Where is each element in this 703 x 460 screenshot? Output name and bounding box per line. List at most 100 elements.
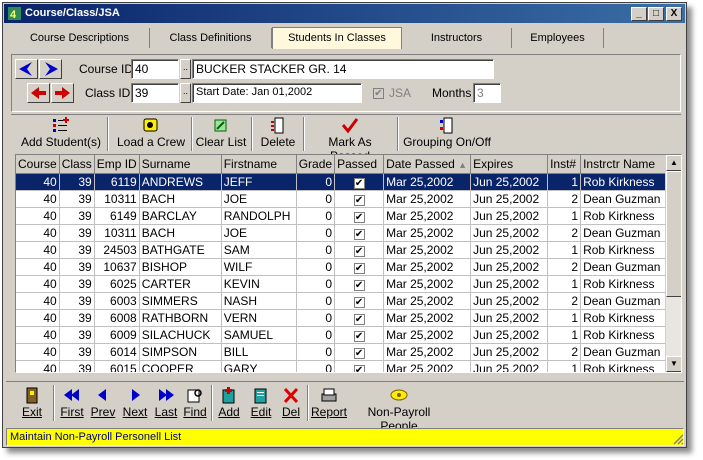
passed-checkbox[interactable]: ✔ [353,296,365,308]
edit-record-button[interactable]: Edit [247,387,275,421]
cell-emp-id: 24503 [94,241,140,259]
resize-grip-icon[interactable] [672,433,684,445]
scroll-thumb[interactable] [666,171,681,297]
delete-student-button[interactable]: Delete [257,117,299,153]
table-row[interactable]: 40 39 6119 ANDREWS JEFF 0 ✔ Mar 25,2002 Jun 25,2… [16,173,677,191]
table-row[interactable]: 40 39 6003 SIMMERS NASH 0 ✔ Mar 25,2002 Jun 25,2… [16,292,677,310]
next-record-button[interactable]: Next [119,387,151,421]
prev-record-button[interactable]: Prev [87,387,119,421]
minimize-button[interactable]: _ [631,7,647,21]
passed-checkbox[interactable]: ✔ [353,228,365,240]
cell-grade: 0 [296,173,336,191]
tab-employees[interactable]: Employees [512,28,604,48]
add-icon [222,387,235,404]
cell-emp-id: 6015 [94,360,140,372]
col-header-instructor-name[interactable]: Instrctr Name [580,155,677,174]
jsa-checkbox[interactable]: ✔ [373,88,384,99]
col-header-class[interactable]: Class [59,155,95,174]
cell-expires: Jun 25,2002 [470,343,549,361]
printer-icon [321,388,337,402]
tab-students-in-classes[interactable]: Students In Classes [272,27,402,49]
table-row[interactable]: 40 39 10637 BISHOP WILF 0 ✔ Mar 25,2002 Jun 25,2… [16,258,677,276]
col-header-date-passed[interactable]: Date Passed ▲ [383,155,472,174]
maximize-button[interactable]: □ [648,7,664,21]
non-payroll-people-button[interactable]: Non-Payroll People [351,387,447,433]
cell-expires: Jun 25,2002 [470,190,549,208]
main-window: 4 Course/Class/JSA _ □ X Course Descript… [2,2,687,448]
table-header-row: Course Class Emp ID Surname Firstname Gr… [16,155,677,174]
cell-firstname: JEFF [221,173,297,191]
scroll-up-icon[interactable]: ▲ [666,155,681,171]
col-header-inst-num[interactable]: Inst# [547,155,582,174]
class-id-field[interactable]: 39 [131,83,179,103]
class-description-field[interactable]: Start Date: Jan 01,2002 [192,83,362,103]
table-row[interactable]: 40 39 6008 RATHBORN VERN 0 ✔ Mar 25,2002 Jun 25,… [16,309,677,327]
delete-record-button[interactable]: Del [277,387,305,421]
cell-instructor-name: Rob Kirkness [580,275,677,293]
report-button[interactable]: Report [309,387,349,421]
table-row[interactable]: 40 39 24503 BATHGATE SAM 0 ✔ Mar 25,2002 Jun 25,… [16,241,677,259]
grouping-button[interactable]: Grouping On/Off [401,117,493,153]
months-field[interactable]: 3 [473,83,501,103]
close-button[interactable]: X [666,7,682,21]
table-row[interactable]: 40 39 6025 CARTER KEVIN 0 ✔ Mar 25,2002 Jun 25,2… [16,275,677,293]
table-row[interactable]: 40 39 6014 SIMPSON BILL 0 ✔ Mar 25,2002 Jun 25,2… [16,343,677,361]
passed-checkbox[interactable]: ✔ [353,262,365,274]
course-id-field[interactable]: 40 [131,59,179,79]
class-lookup-button[interactable]: .. [180,83,191,103]
col-header-expires[interactable]: Expires [470,155,549,174]
students-grid[interactable]: Course Class Emp ID Surname Firstname Gr… [15,154,682,373]
table-row[interactable]: 40 39 6009 SILACHUCK SAMUEL 0 ✔ Mar 25,2002 Jun … [16,326,677,344]
tab-strip: Course Descriptions Class Definitions St… [6,27,683,49]
next-course-button[interactable] [39,59,62,79]
delete-icon [283,387,299,404]
passed-checkbox[interactable]: ✔ [353,313,365,325]
exit-icon [26,387,38,404]
table-row[interactable]: 40 39 10311 BACH JOE 0 ✔ Mar 25,2002 Jun 25,2002… [16,190,677,208]
passed-checkbox[interactable]: ✔ [353,211,365,223]
passed-checkbox[interactable]: ✔ [353,347,365,359]
prev-class-button[interactable] [27,83,50,103]
passed-checkbox[interactable]: ✔ [353,279,365,291]
mark-as-passed-button[interactable]: Mark As Passed [307,117,393,163]
col-header-surname[interactable]: Surname [139,155,222,174]
tab-class-definitions[interactable]: Class Definitions [150,28,272,48]
cell-course: 40 [16,309,60,327]
prev-label: Prev [90,405,116,419]
next-class-button[interactable] [51,83,74,103]
add-record-button[interactable]: Add [215,387,243,421]
toolbar-separator [211,385,213,421]
load-crew-label: Load a Crew [116,135,186,149]
title-bar[interactable]: 4 Course/Class/JSA _ □ X [4,4,685,23]
col-header-emp-id[interactable]: Emp ID [94,155,140,174]
col-header-firstname[interactable]: Firstname [221,155,297,174]
cell-emp-id: 10311 [94,224,140,242]
passed-checkbox[interactable]: ✔ [353,330,365,342]
last-record-button[interactable]: Last [151,387,181,421]
prev-course-button[interactable] [15,59,38,79]
tab-course-descriptions[interactable]: Course Descriptions [10,28,150,48]
table-row[interactable]: 40 39 6149 BARCLAY RANDOLPH 0 ✔ Mar 25,2002 Jun … [16,207,677,225]
cell-expires: Jun 25,2002 [470,224,549,242]
passed-checkbox[interactable]: ✔ [353,194,365,206]
first-record-button[interactable]: First [57,387,87,421]
col-header-grade[interactable]: Grade [296,155,336,174]
col-header-course[interactable]: Course [16,155,60,174]
table-row[interactable]: 40 39 6015 COOPER GARY 0 ✔ Mar 25,2002 Jun 25,20… [16,360,677,372]
col-header-passed[interactable]: Passed [334,155,385,174]
course-description-field[interactable]: BUCKER STACKER GR. 14 [192,59,494,79]
add-students-button[interactable]: Add Student(s) [19,117,103,153]
course-lookup-button[interactable]: .. [180,59,191,79]
tab-instructors[interactable]: Instructors [402,28,512,48]
find-button[interactable]: Find [181,387,209,421]
toolbar-separator [397,117,399,151]
vertical-scrollbar[interactable]: ▲ ▼ [665,155,681,372]
clear-list-button[interactable]: Clear List [195,117,247,153]
load-crew-button[interactable]: Load a Crew [113,117,189,153]
exit-button[interactable]: Exit [13,387,51,421]
passed-checkbox[interactable]: ✔ [353,245,365,257]
passed-checkbox[interactable]: ✔ [353,177,365,189]
passed-checkbox[interactable]: ✔ [353,364,365,372]
scroll-down-icon[interactable]: ▼ [666,356,681,372]
table-row[interactable]: 40 39 10311 BACH JOE 0 ✔ Mar 25,2002 Jun 25,2002… [16,224,677,242]
